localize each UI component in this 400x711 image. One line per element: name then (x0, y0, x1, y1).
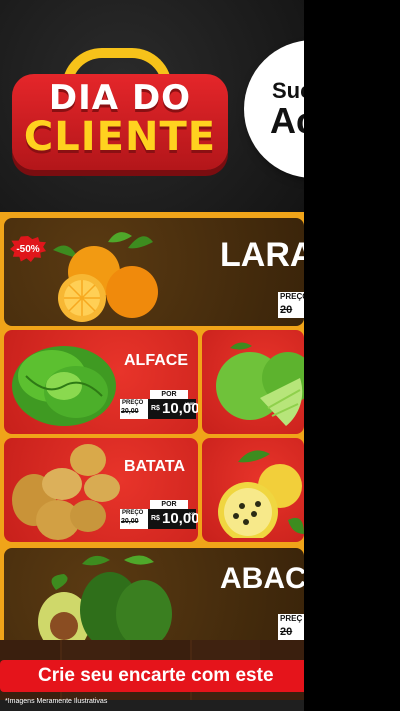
potato-image (12, 444, 120, 540)
product-card-maracuja (202, 438, 304, 542)
product-card-limao (202, 330, 304, 434)
current-price: R$ 10,00 UNID (148, 399, 198, 419)
preco-label: PREÇO (278, 292, 304, 304)
bubble-text-line2: Ac (270, 100, 304, 141)
lettuce-image (12, 346, 116, 426)
dia-do-cliente-logo: DIA DO CLIENTE (12, 48, 228, 174)
disclaimer-text: *Imagens Meramente Ilustrativas (5, 698, 108, 705)
flyer-header: DIA DO CLIENTE Suc Ac (0, 0, 304, 212)
avocado-image (38, 555, 172, 650)
preco-label: PREÇ (278, 614, 304, 626)
product-name: ALFACE (124, 352, 188, 369)
black-side-panel (304, 0, 400, 711)
old-price: 20 (278, 626, 304, 640)
product-card-batata: BATATA POR PREÇO 20,00 R$ 10,00 KG (4, 438, 198, 542)
current-price: R$ 10,00 KG (148, 509, 198, 529)
old-price: 20 (278, 304, 304, 318)
por-label: POR (150, 390, 188, 399)
preco-label: PREÇO (122, 400, 144, 406)
product-name: BATATA (124, 458, 186, 475)
cta-button[interactable]: Crie seu encarte com este (0, 660, 304, 692)
product-name: LARA (220, 236, 304, 274)
old-price-box: PREÇO 20,00 (120, 399, 148, 419)
price-unit: UNID (185, 401, 195, 406)
price-unit: KG (189, 511, 195, 516)
old-price-box: PREÇO 20,00 (120, 509, 148, 529)
flyer: DIA DO CLIENTE Suc Ac -50% LARA PREÇO (0, 0, 304, 711)
cta-text: Crie seu encarte com este (38, 665, 274, 686)
discount-badge: -50% (10, 236, 46, 262)
old-price: 20,00 (121, 518, 139, 525)
logo-line2: CLIENTE (23, 114, 217, 160)
product-grid: -50% LARA PREÇO 20 (0, 212, 304, 650)
preco-label: PREÇO (122, 510, 144, 516)
currency-symbol: R$ (151, 515, 160, 522)
product-card-abacate: ABAC PREÇ 20 (4, 548, 304, 650)
por-label: POR (150, 500, 188, 509)
product-name: ABAC (220, 562, 304, 595)
currency-symbol: R$ (151, 405, 160, 412)
lime-image (216, 342, 304, 426)
product-card-alface: ALFACE POR PREÇO 20,00 R$ 10,00 UNID (4, 330, 198, 434)
old-price: 20,00 (121, 408, 139, 415)
passion-fruit-image (218, 450, 304, 538)
logo-line1: DIA DO (48, 78, 192, 118)
product-card-laranja: -50% LARA PREÇO 20 (4, 218, 304, 326)
orange-fruit-image (53, 232, 158, 322)
